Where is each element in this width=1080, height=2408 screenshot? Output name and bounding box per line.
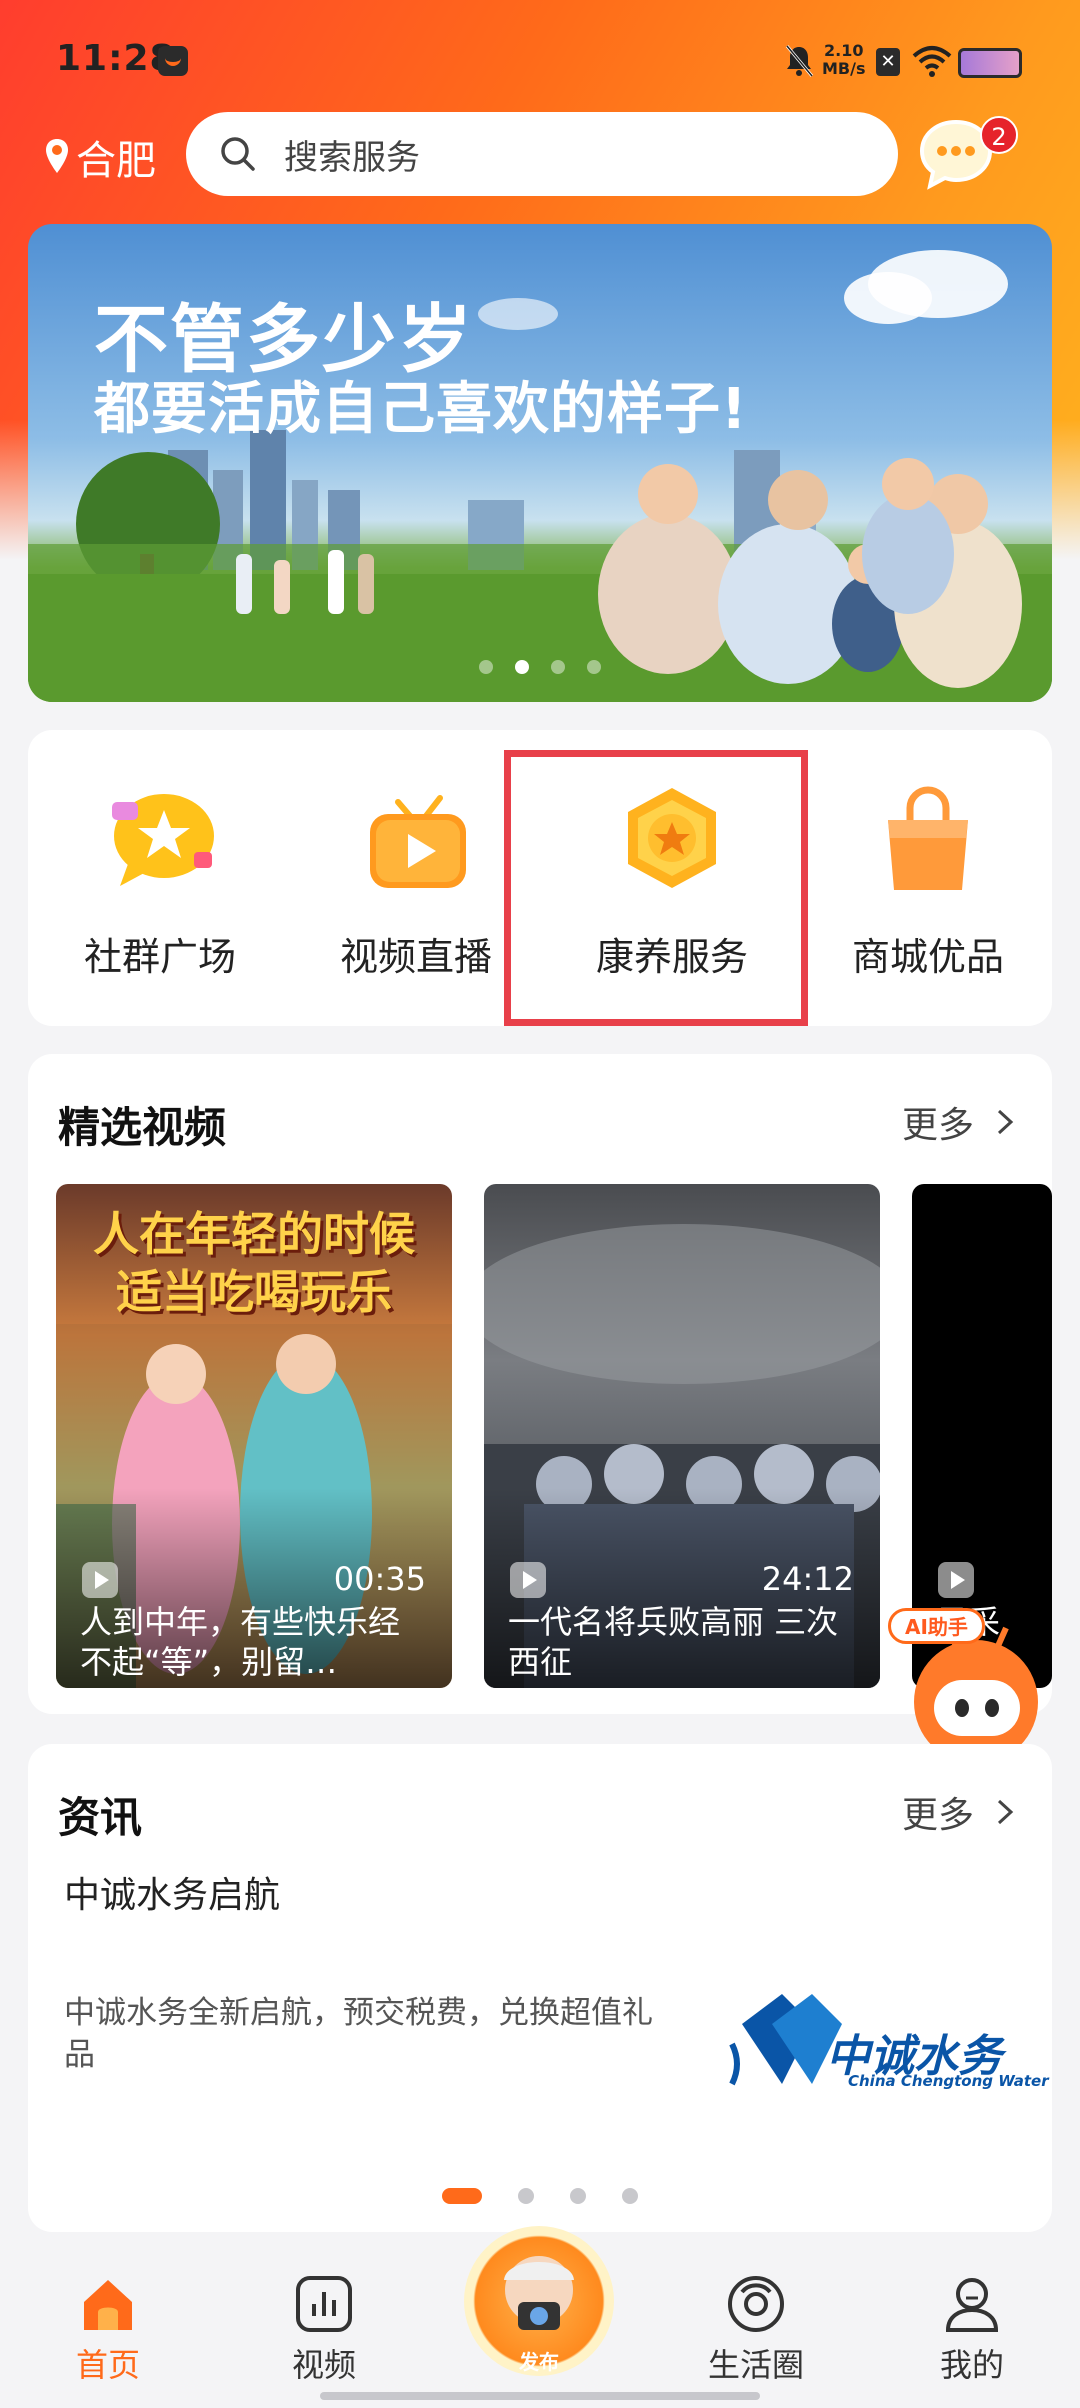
tab-label: 首页 bbox=[75, 2346, 140, 2384]
location-selector[interactable]: 合肥 bbox=[44, 128, 156, 186]
wellness-service-icon bbox=[628, 788, 716, 888]
banner-dot bbox=[479, 660, 493, 674]
tab-label: 生活圈 bbox=[707, 2346, 804, 2384]
battery-icon bbox=[958, 48, 1022, 78]
video-card[interactable]: 人在年轻的时候 适当吃喝玩乐 00:35 人到中年，有些快乐经不起“等”，别留… bbox=[56, 1184, 452, 1688]
location-pin-icon bbox=[46, 139, 68, 173]
video-caption-line1: 人在年轻的时候 bbox=[93, 1207, 415, 1261]
tab-profile[interactable]: 我的 bbox=[892, 2272, 1052, 2386]
banner-dot bbox=[551, 660, 565, 674]
chevron-right-icon bbox=[997, 1799, 1014, 1825]
tab-home[interactable]: 首页 bbox=[28, 2272, 188, 2386]
news-dot bbox=[570, 2188, 586, 2204]
news-dot bbox=[622, 2188, 638, 2204]
message-notification-icon bbox=[158, 46, 188, 76]
quick-item-mall[interactable]: 商城优品 bbox=[808, 778, 1048, 988]
video-caption-line2: 适当吃喝玩乐 bbox=[116, 1265, 392, 1319]
news-description: 中诚水务全新启航，预交税费，兑换超值礼品 bbox=[64, 1995, 653, 2073]
bell-muted-icon bbox=[785, 45, 814, 77]
search-icon bbox=[221, 137, 255, 171]
shopping-bag-icon bbox=[888, 786, 968, 890]
news-headline[interactable]: 中诚水务启航 bbox=[64, 1866, 280, 1918]
search-bar[interactable]: 搜索服务 bbox=[186, 112, 898, 196]
video-title: 一代名将兵败高丽 三次西征 bbox=[508, 1603, 839, 1681]
tab-label: 视频 bbox=[291, 2346, 356, 2384]
news-pager bbox=[28, 2188, 1052, 2204]
video-card[interactable]: 24:12 一代名将兵败高丽 三次西征 bbox=[484, 1184, 880, 1688]
unread-badge: 2 bbox=[980, 116, 1018, 154]
play-icon bbox=[510, 1562, 546, 1598]
news-dot-active bbox=[442, 2188, 482, 2204]
banner-subtitle: 都要活成自己喜欢的样子! bbox=[94, 377, 748, 442]
banner-pager bbox=[28, 660, 1052, 674]
video-duration: 00:35 bbox=[333, 1560, 426, 1598]
quick-item-label: 康养服务 bbox=[595, 935, 748, 979]
ai-assistant-tag: AI助手 bbox=[888, 1608, 985, 1644]
network-speed: 2.10 MB/s bbox=[822, 42, 865, 78]
home-indicator bbox=[320, 2392, 760, 2400]
video-duration: 24:12 bbox=[761, 1560, 854, 1598]
play-icon bbox=[82, 1562, 118, 1598]
more-label: 更多 bbox=[901, 1795, 974, 1836]
life-circle-icon bbox=[728, 2276, 784, 2332]
status-bar: 11:28 2.10 MB/s ✕ bbox=[0, 0, 1080, 110]
community-plaza-icon bbox=[112, 794, 214, 886]
logo-text-en: China Chengtong Water bbox=[848, 2072, 1049, 2090]
tab-video[interactable]: 视频 bbox=[244, 2272, 404, 2386]
profile-icon bbox=[945, 2278, 999, 2332]
wifi-icon bbox=[912, 46, 952, 77]
video-chart-icon bbox=[296, 2276, 352, 2332]
news-more-button[interactable]: 更多 bbox=[902, 1786, 1016, 1838]
news-section: 资讯 更多 中诚水务启航 中诚水务全新启航，预交税费，兑换超值礼品 中诚水务 C… bbox=[28, 1744, 1052, 2232]
section-title: 精选视频 bbox=[58, 1103, 227, 1152]
quick-item-wellness[interactable]: 康养服务 bbox=[552, 778, 792, 988]
more-label: 更多 bbox=[901, 1105, 974, 1146]
promo-banner[interactable]: 不管多少岁 都要活成自己喜欢的样子! bbox=[28, 224, 1052, 702]
quick-item-label: 视频直播 bbox=[339, 935, 492, 979]
search-placeholder: 搜索服务 bbox=[284, 137, 420, 178]
quick-item-community[interactable]: 社群广场 bbox=[40, 778, 280, 988]
chevron-right-icon bbox=[997, 1109, 1014, 1135]
section-title: 资讯 bbox=[58, 1793, 143, 1842]
quick-item-label: 社群广场 bbox=[83, 935, 236, 979]
banner-dot-active bbox=[515, 660, 529, 674]
quick-menu: 社群广场 视频直播 康养服务 商城优品 bbox=[28, 730, 1052, 1026]
banner-dot bbox=[587, 660, 601, 674]
tab-life-circle[interactable]: 生活圈 bbox=[676, 2272, 836, 2386]
quick-item-label: 商城优品 bbox=[851, 935, 1004, 979]
home-icon bbox=[84, 2280, 132, 2330]
videos-more-button[interactable]: 更多 bbox=[902, 1096, 1016, 1148]
tab-label: 我的 bbox=[939, 2346, 1004, 2384]
location-city: 合肥 bbox=[76, 138, 156, 184]
network-speed-unit: MB/s bbox=[822, 59, 866, 78]
video-live-icon bbox=[370, 795, 466, 888]
publish-label: 发布 bbox=[519, 2350, 559, 2374]
network-speed-value: 2.10 bbox=[824, 41, 864, 60]
quick-item-video-live[interactable]: 视频直播 bbox=[296, 778, 536, 988]
video-title: 人到中年，有些快乐经不起“等”，别留… bbox=[80, 1603, 401, 1681]
play-icon bbox=[938, 1562, 974, 1598]
news-dot bbox=[518, 2188, 534, 2204]
no-sim-icon: ✕ bbox=[876, 48, 900, 76]
